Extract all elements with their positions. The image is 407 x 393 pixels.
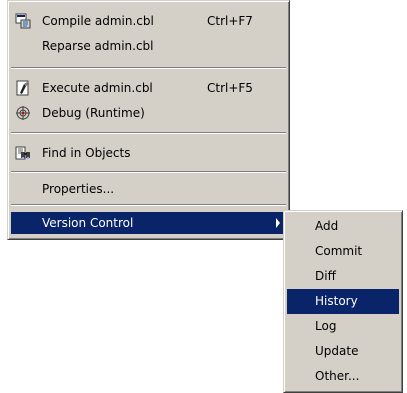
menu-item-execute[interactable]: Execute admin.cbl Ctrl+F5	[11, 77, 286, 99]
find-icon	[15, 145, 31, 161]
menu-item-reparse[interactable]: Reparse admin.cbl	[11, 35, 286, 57]
submenu-item-label: Diff	[315, 269, 336, 283]
menu-item-debug[interactable]: Debug (Runtime)	[11, 102, 286, 124]
menu-item-label: Debug (Runtime)	[42, 106, 145, 120]
submenu-item-log[interactable]: Log	[287, 314, 399, 339]
submenu-item-label: Commit	[315, 244, 363, 258]
submenu-item-label: Update	[315, 344, 359, 358]
submenu-item-label: Log	[315, 319, 337, 333]
submenu-item-commit[interactable]: Commit	[287, 239, 399, 264]
menu-item-label: Find in Objects	[42, 146, 131, 160]
submenu-item-diff[interactable]: Diff	[287, 264, 399, 289]
menu-item-label: Reparse admin.cbl	[42, 39, 154, 53]
menu-item-label: Version Control	[42, 216, 134, 230]
menu-item-compile[interactable]: Compile admin.cbl Ctrl+F7	[11, 10, 286, 32]
menu-item-shortcut: Ctrl+F7	[207, 14, 253, 28]
submenu-item-label: Add	[315, 219, 339, 233]
menu-item-properties[interactable]: Properties...	[11, 178, 286, 200]
debug-icon	[15, 105, 31, 121]
context-menu: Compile admin.cbl Ctrl+F7 Reparse admin.…	[7, 0, 290, 240]
menu-item-version-control[interactable]: Version Control	[11, 212, 286, 234]
menu-item-shortcut: Ctrl+F5	[207, 81, 253, 95]
submenu-item-label: Other...	[315, 369, 360, 383]
submenu-item-history[interactable]: History	[287, 289, 399, 314]
submenu-item-other[interactable]: Other...	[287, 364, 399, 389]
menu-separator	[11, 171, 286, 173]
menu-separator	[11, 132, 286, 134]
menu-item-label: Compile admin.cbl	[42, 14, 154, 28]
menu-separator	[11, 67, 286, 69]
menu-item-label: Properties...	[42, 182, 115, 196]
menu-item-find-in-objects[interactable]: Find in Objects	[11, 142, 286, 164]
menu-separator	[11, 204, 286, 206]
menu-item-label: Execute admin.cbl	[42, 81, 153, 95]
submenu-item-label: History	[315, 294, 358, 308]
version-control-submenu: Add Commit Diff History Log Update Other…	[283, 210, 403, 393]
execute-icon	[15, 80, 31, 96]
compile-icon	[15, 13, 31, 29]
submenu-item-update[interactable]: Update	[287, 339, 399, 364]
submenu-item-add[interactable]: Add	[287, 214, 399, 239]
submenu-arrow-icon	[276, 218, 280, 228]
